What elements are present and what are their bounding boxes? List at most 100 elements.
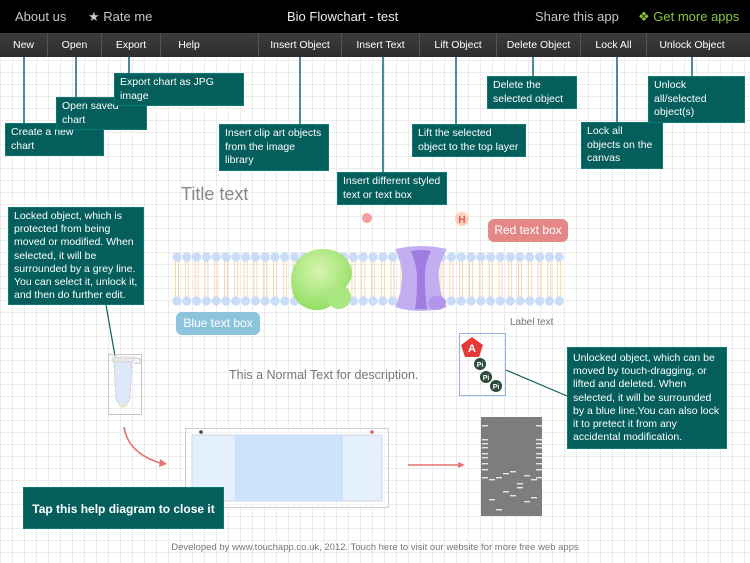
gel-band xyxy=(536,447,542,449)
lipid-head xyxy=(544,252,554,262)
lipid-head xyxy=(368,296,378,306)
gel-band xyxy=(536,443,542,445)
lipid-head xyxy=(270,252,280,262)
gel-band xyxy=(482,439,488,441)
lipid-head xyxy=(368,252,378,262)
gel-band xyxy=(482,457,488,459)
title-text[interactable]: Title text xyxy=(181,184,248,205)
ion-icon[interactable] xyxy=(360,211,374,225)
lipid-head xyxy=(456,252,466,262)
svg-text:Pi: Pi xyxy=(477,362,484,369)
lipid-head xyxy=(182,252,192,262)
microcentrifuge-tube-icon[interactable] xyxy=(108,354,142,416)
lipid-head xyxy=(221,252,231,262)
label-text[interactable]: Label text xyxy=(510,317,553,328)
blue-text-box[interactable]: Blue text box xyxy=(176,312,260,335)
gel-electrophoresis-image[interactable] xyxy=(481,417,542,516)
lipid-head xyxy=(515,296,525,306)
lipid-head xyxy=(535,296,545,306)
gel-band xyxy=(536,439,542,441)
lipid-head xyxy=(201,252,211,262)
curved-arrow-icon[interactable] xyxy=(118,425,168,469)
close-help-button[interactable]: Tap this help diagram to close it xyxy=(23,487,224,529)
hydrogen-ion-icon[interactable]: H xyxy=(454,211,470,227)
lipid-head xyxy=(525,252,535,262)
gel-band xyxy=(510,495,516,497)
gel-band xyxy=(524,475,530,477)
gel-band xyxy=(503,491,509,493)
gel-band xyxy=(536,463,542,465)
lipid-head xyxy=(456,296,466,306)
lipid-head xyxy=(270,296,280,306)
gel-band xyxy=(482,453,488,455)
lipid-head xyxy=(221,296,231,306)
gel-band xyxy=(536,457,542,459)
gel-band xyxy=(536,469,542,471)
lipid-head xyxy=(211,296,221,306)
lipid-head xyxy=(182,296,192,306)
green-protein-icon[interactable] xyxy=(289,247,359,313)
lipid-head xyxy=(211,252,221,262)
lipid-head xyxy=(172,296,182,306)
normal-description-text[interactable]: This a Normal Text for description. xyxy=(229,368,418,382)
gel-band xyxy=(531,479,537,481)
adenosine-label: A xyxy=(468,343,476,355)
gel-band xyxy=(517,487,523,489)
lipid-head xyxy=(554,252,564,262)
lipid-head xyxy=(554,296,564,306)
lipid-head xyxy=(476,296,486,306)
lipid-head xyxy=(192,252,202,262)
lipid-head xyxy=(544,296,554,306)
gel-band xyxy=(524,501,530,503)
lipid-head xyxy=(250,296,260,306)
gel-band xyxy=(489,479,495,481)
lipid-head xyxy=(505,252,515,262)
lipid-head xyxy=(486,252,496,262)
gel-band xyxy=(482,469,488,471)
lipid-head xyxy=(535,252,545,262)
lipid-head xyxy=(495,252,505,262)
gel-band xyxy=(482,447,488,449)
lipid-head xyxy=(192,296,202,306)
gel-band xyxy=(536,453,542,455)
lipid-head xyxy=(260,296,270,306)
svg-text:Pi: Pi xyxy=(493,384,500,391)
svg-text:Pi: Pi xyxy=(483,375,490,382)
locked-leader-line xyxy=(105,304,116,357)
ion-channel-icon[interactable] xyxy=(393,245,449,313)
unlocked-leader-line xyxy=(505,369,568,397)
gel-band xyxy=(531,497,537,499)
lipid-head xyxy=(505,296,515,306)
lipid-head xyxy=(378,296,388,306)
lipid-head xyxy=(172,252,182,262)
gel-background xyxy=(481,417,542,516)
lipid-head xyxy=(250,252,260,262)
lipid-head xyxy=(241,296,251,306)
gel-band xyxy=(482,425,488,427)
gel-band xyxy=(482,443,488,445)
lipid-head xyxy=(495,296,505,306)
red-text-box[interactable]: Red text box xyxy=(488,219,568,242)
lipid-head xyxy=(358,296,368,306)
gel-band xyxy=(496,509,502,511)
gel-band xyxy=(482,463,488,465)
gel-band xyxy=(482,477,488,479)
gel-band xyxy=(503,473,509,475)
straight-arrow-icon[interactable] xyxy=(408,460,466,470)
lipid-bilayer-membrane[interactable] xyxy=(172,251,570,307)
gel-band xyxy=(517,483,523,485)
hydrogen-label: H xyxy=(458,215,465,226)
footer-link[interactable]: Developed by www.touchapp.co.uk, 2012. T… xyxy=(0,542,750,553)
gel-band xyxy=(496,477,502,479)
gel-band xyxy=(536,477,542,479)
gel-band xyxy=(510,471,516,473)
lipid-head xyxy=(260,252,270,262)
gel-band xyxy=(536,425,542,427)
lipid-head xyxy=(476,252,486,262)
lipid-head xyxy=(525,296,535,306)
atp-object[interactable]: A Pi Pi Pi xyxy=(459,333,507,397)
gel-band xyxy=(489,499,495,501)
lipid-head xyxy=(466,252,476,262)
lipid-head xyxy=(241,252,251,262)
lipid-head xyxy=(515,252,525,262)
